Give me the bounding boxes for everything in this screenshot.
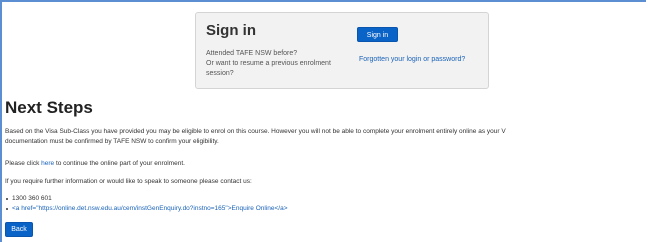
eligibility-line1: Based on the Visa Sub-Class you have pro… <box>5 128 506 135</box>
continue-text-before: Please click <box>5 160 42 167</box>
contact-phone: 1300 360 601 <box>12 195 52 202</box>
contact-list: 1300 360 601 <a href="https://online.det… <box>5 194 288 214</box>
eligibility-line2: documentation must be confirmed by TAFE … <box>5 137 219 145</box>
eligibility-paragraph: Based on the Visa Sub-Class you have pro… <box>5 127 506 146</box>
forgot-login-link[interactable]: Forgotten your login or password? <box>359 56 465 63</box>
contact-list-item-phone: 1300 360 601 <box>5 194 288 204</box>
back-button[interactable]: Back <box>5 222 33 237</box>
page-title: Next Steps <box>5 98 93 117</box>
continue-text-after: to continue the online part of your enro… <box>54 160 185 167</box>
contact-list-item-enquire: <a href="https://online.det.nsw.edu.au/c… <box>5 204 288 214</box>
continue-here-link[interactable]: here <box>41 160 54 167</box>
signin-button[interactable]: Sign in <box>357 27 398 42</box>
signin-panel: Sign in Sign in Attended TAFE NSW before… <box>195 12 489 89</box>
continue-paragraph: Please click here to continue the online… <box>5 159 185 169</box>
signin-title: Sign in <box>206 22 256 39</box>
signin-description: Attended TAFE NSW before? Or want to res… <box>206 49 356 79</box>
signin-desc-line3: session? <box>206 70 234 77</box>
signin-desc-line2: Or want to resume a previous enrolment <box>206 60 331 67</box>
enquire-online-link[interactable]: <a href="https://online.det.nsw.edu.au/c… <box>12 205 288 212</box>
signin-desc-line1: Attended TAFE NSW before? <box>206 50 298 57</box>
contact-paragraph: If you require further information or wo… <box>5 178 252 185</box>
